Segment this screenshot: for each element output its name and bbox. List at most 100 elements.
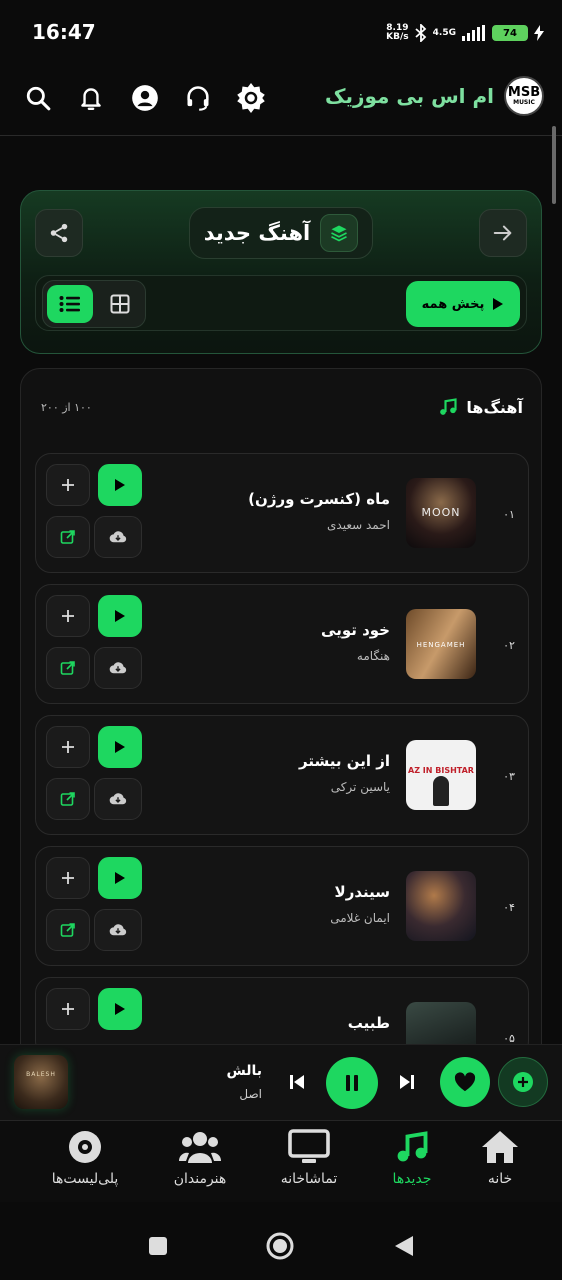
add-to-playlist-button[interactable] xyxy=(46,857,90,899)
pause-button[interactable] xyxy=(326,1057,378,1109)
song-cover[interactable] xyxy=(406,871,476,941)
download-button[interactable] xyxy=(94,647,142,689)
charging-icon xyxy=(534,25,544,41)
play-icon xyxy=(115,741,125,753)
back-system-button[interactable] xyxy=(390,1232,418,1260)
page-hero-card: آهنگ جدید پخش همه xyxy=(20,190,542,354)
share-icon xyxy=(50,223,68,243)
song-cover[interactable]: HENGAMEH xyxy=(406,609,476,679)
arrow-right-icon xyxy=(493,225,512,241)
song-title: خود تویی xyxy=(321,621,390,639)
song-row[interactable]: ۰۱ MOON ماه (کنسرت ورژن) احمد سعیدی xyxy=(35,453,529,573)
cloud-download-icon xyxy=(109,924,127,936)
recents-button[interactable] xyxy=(146,1234,170,1258)
song-title: از این بیشتر xyxy=(299,752,390,770)
profile-icon[interactable] xyxy=(127,80,163,116)
home-system-button[interactable] xyxy=(264,1230,296,1262)
brand[interactable]: MSB MUSIC ام اس بی موزیک xyxy=(325,76,544,116)
song-row[interactable]: ۰۲ HENGAMEH خود تویی هنگامه xyxy=(35,584,529,704)
view-toggle xyxy=(42,280,146,328)
add-to-playlist-button[interactable] xyxy=(46,726,90,768)
open-external-button[interactable] xyxy=(46,909,90,951)
songs-heading: آهنگ‌ها xyxy=(438,397,523,417)
sun-icon[interactable] xyxy=(233,80,269,116)
disc-icon xyxy=(69,1131,101,1163)
list-view-button[interactable] xyxy=(47,285,93,323)
song-title: سیندرلا xyxy=(334,883,390,901)
add-button[interactable] xyxy=(498,1057,548,1107)
nav-new[interactable]: جدیدها xyxy=(362,1129,462,1199)
tv-icon xyxy=(288,1129,330,1163)
plus-icon xyxy=(62,1003,74,1015)
download-button[interactable] xyxy=(94,516,142,558)
song-title: ماه (کنسرت ورژن) xyxy=(248,490,390,508)
grid-view-button[interactable] xyxy=(97,285,143,323)
song-rank: ۰۴ xyxy=(503,901,515,914)
plus-icon xyxy=(62,872,74,884)
grid-icon xyxy=(110,294,130,314)
mini-player[interactable]: BALESH بالش اصل xyxy=(0,1044,562,1120)
status-icons: 8.19 KB/s 4.5G 74 xyxy=(386,20,544,46)
brand-logo[interactable]: MSB MUSIC xyxy=(504,76,544,116)
play-button[interactable] xyxy=(98,857,142,899)
open-external-button[interactable] xyxy=(46,778,90,820)
song-rank: ۰۱ xyxy=(503,508,515,521)
play-button[interactable] xyxy=(98,988,142,1030)
nav-theater[interactable]: تماشاخانه xyxy=(259,1129,359,1199)
share-button[interactable] xyxy=(35,209,83,257)
headset-icon[interactable] xyxy=(180,80,216,116)
mini-player-title: بالش xyxy=(226,1063,262,1079)
song-artist: هنگامه xyxy=(356,649,390,663)
song-title: طبیب xyxy=(347,1014,390,1032)
home-icon xyxy=(482,1131,518,1163)
plus-icon xyxy=(62,610,74,622)
play-icon xyxy=(115,1003,125,1015)
search-icon[interactable] xyxy=(20,80,56,116)
add-to-playlist-button[interactable] xyxy=(46,595,90,637)
mini-player-cover[interactable]: BALESH xyxy=(14,1055,68,1109)
cloud-download-icon xyxy=(109,793,127,805)
add-to-playlist-button[interactable] xyxy=(46,464,90,506)
play-button[interactable] xyxy=(98,464,142,506)
song-row[interactable]: ۰۴ سیندرلا ایمان غلامی xyxy=(35,846,529,966)
download-button[interactable] xyxy=(94,909,142,951)
nav-playlists[interactable]: پلی‌لیست‌ها xyxy=(35,1129,135,1199)
previous-button[interactable] xyxy=(282,1067,312,1097)
brand-title: ام اس بی موزیک xyxy=(324,84,494,108)
play-button[interactable] xyxy=(98,726,142,768)
next-button[interactable] xyxy=(392,1067,422,1097)
song-artist: ایمان غلامی xyxy=(330,911,390,925)
song-row[interactable]: ۰۳ AZ IN BISHTAR از این بیشتر یاسین ترکی xyxy=(35,715,529,835)
play-all-button[interactable]: پخش همه xyxy=(406,281,520,327)
add-to-playlist-button[interactable] xyxy=(46,988,90,1030)
song-rank: ۰۲ xyxy=(503,639,515,652)
clock: 16:47 xyxy=(32,20,96,44)
music-note-icon xyxy=(397,1131,428,1162)
network-speed: 8.19 KB/s xyxy=(386,23,409,42)
song-rank: ۰۳ xyxy=(503,770,515,783)
song-cover[interactable]: AZ IN BISHTAR xyxy=(406,740,476,810)
play-button[interactable] xyxy=(98,595,142,637)
app-header: MSB MUSIC ام اس بی موزیک xyxy=(0,66,562,136)
song-cover[interactable]: MOON xyxy=(406,478,476,548)
play-icon xyxy=(115,479,125,491)
mini-player-subtitle: اصل xyxy=(239,1087,262,1101)
open-external-button[interactable] xyxy=(46,647,90,689)
plus-circle-icon xyxy=(513,1072,533,1092)
scrollbar[interactable] xyxy=(552,126,556,204)
open-external-button[interactable] xyxy=(46,516,90,558)
download-button[interactable] xyxy=(94,778,142,820)
bell-icon[interactable] xyxy=(73,80,109,116)
layers-icon xyxy=(320,214,359,252)
skip-next-icon xyxy=(400,1075,414,1089)
bluetooth-icon xyxy=(415,24,426,42)
cloud-download-icon xyxy=(109,662,127,674)
nav-artists[interactable]: هنرمندان xyxy=(150,1129,250,1199)
back-button[interactable] xyxy=(479,209,527,257)
users-icon xyxy=(179,1132,221,1163)
nav-home[interactable]: خانه xyxy=(450,1129,550,1199)
list-icon xyxy=(59,296,80,312)
heart-icon xyxy=(454,1072,476,1092)
external-link-icon xyxy=(60,792,75,806)
like-button[interactable] xyxy=(440,1057,490,1107)
